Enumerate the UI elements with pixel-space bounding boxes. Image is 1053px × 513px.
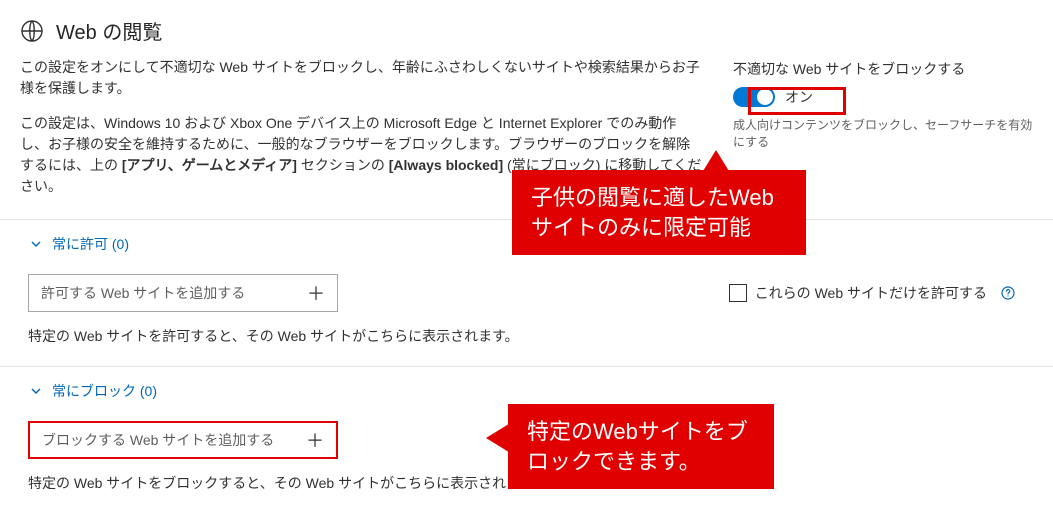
allow-section-title: 常に許可 (0) (52, 234, 129, 254)
block-inappropriate-toggle[interactable] (733, 87, 775, 107)
toggle-knob (757, 89, 773, 105)
desc-p2-bold1: [アプリ、ゲームとメディア] (122, 157, 297, 173)
add-allow-placeholder: 許可する Web サイトを追加する (41, 283, 245, 303)
allow-section-header[interactable]: 常に許可 (0) (20, 220, 1033, 268)
globe-icon (20, 19, 44, 43)
allow-desc: 特定の Web サイトを許可すると、その Web サイトがこちらに表示されます。 (28, 326, 1025, 346)
toggle-hint: 成人向けコンテンツをブロックし、セーフサーチを有効にする (733, 117, 1033, 152)
chevron-down-icon (30, 385, 42, 397)
plus-icon: ＋ (306, 427, 324, 453)
add-allow-site-input[interactable]: 許可する Web サイトを追加する ＋ (28, 274, 338, 312)
only-these-sites-checkbox[interactable] (729, 284, 747, 302)
toggle-label: 不適切な Web サイトをブロックする (733, 59, 1033, 79)
page-title: Web の閲覧 (56, 16, 162, 45)
block-section-header[interactable]: 常にブロック (0) (20, 367, 1033, 415)
desc-p2-bold2: [Always blocked] (389, 157, 503, 173)
description-para2: この設定は、Windows 10 および Xbox One デバイス上の Mic… (20, 113, 703, 197)
desc-p2-b: セクションの (301, 157, 389, 173)
block-section-title: 常にブロック (0) (52, 381, 157, 401)
description-para1: この設定をオンにして不適切な Web サイトをブロックし、年齢にふさわしくないサ… (20, 57, 703, 99)
only-these-sites-label: これらの Web サイトだけを許可する (755, 283, 987, 303)
add-block-site-input[interactable]: ブロックする Web サイトを追加する ＋ (28, 421, 338, 459)
help-icon[interactable] (1001, 286, 1015, 300)
block-desc: 特定の Web サイトをブロックすると、その Web サイトがこちらに表示されま… (28, 473, 1025, 493)
add-block-placeholder: ブロックする Web サイトを追加する (42, 430, 274, 450)
toggle-state: オン (785, 87, 813, 107)
plus-icon: ＋ (307, 280, 325, 306)
chevron-down-icon (30, 238, 42, 250)
